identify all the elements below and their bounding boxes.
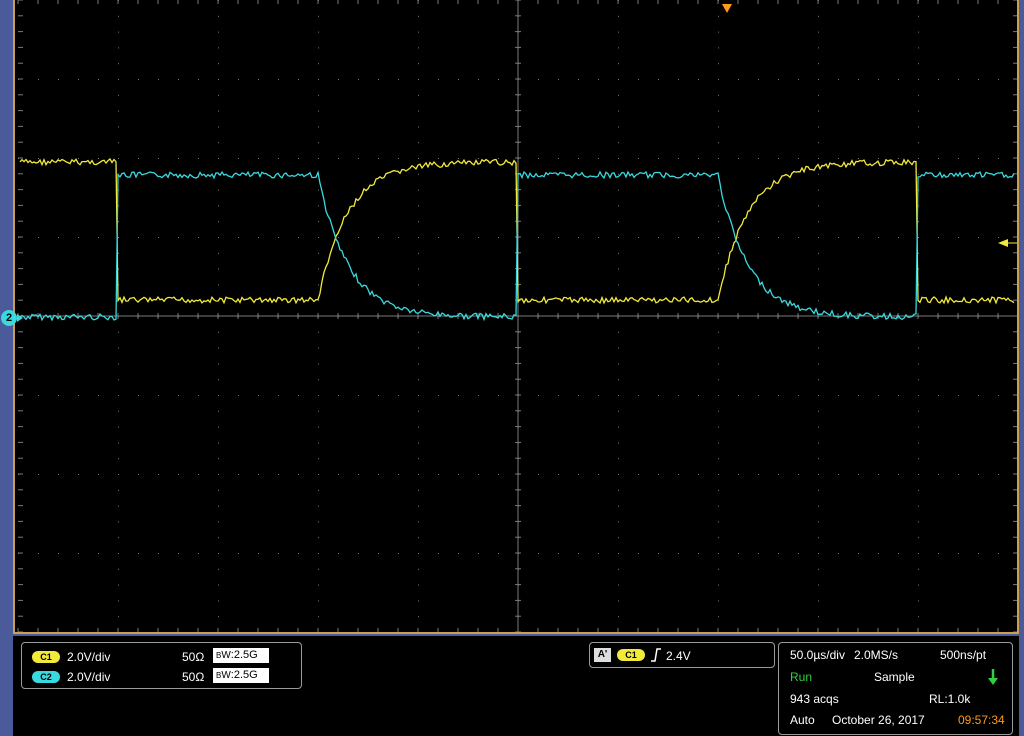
ch2-impedance: 50Ω [182,670,205,684]
record-length: RL:1.0k [929,692,971,706]
rising-edge-icon [651,648,661,662]
trigger-level: 2.4V [666,649,691,663]
channel-settings-panel: C1 2.0V/div 50Ω BW:2.5G C2 2.0V/div 50Ω … [21,642,302,689]
trigger-panel[interactable]: A' C1 2.4V [589,642,775,668]
acquisition-mode: Sample [874,670,915,684]
time: 09:57:34 [958,713,1005,727]
ch2-scale: 2.0V/div [67,670,111,684]
sample-rate: 2.0MS/s [854,648,899,662]
trigger-status-icon [988,669,998,685]
run-state[interactable]: Run [790,670,812,684]
date: October 26, 2017 [832,713,925,727]
timebase: 50.0µs/div [790,648,845,662]
ch2-ground-marker[interactable]: 2 [1,310,17,326]
ch2-marker-label: 2 [5,312,13,324]
waveform-canvas [17,0,1017,632]
ch2-badge[interactable]: C2 [32,671,60,683]
trigger-level-arrow[interactable] [998,239,1008,247]
graticule [17,0,1017,632]
acquisition-count: 943 acqs [790,692,839,706]
resolution: 500ns/pt [940,648,987,662]
trigger-mode: Auto [790,713,815,727]
trigger-position-marker[interactable] [722,4,732,13]
trigger-source-badge: C1 [617,649,645,661]
ch1-bandwidth-limit[interactable]: BW:2.5G [213,648,269,663]
status-bar: C1 2.0V/div 50Ω BW:2.5G C2 2.0V/div 50Ω … [13,636,1019,736]
acquisition-panel: 50.0µs/div 2.0MS/s 500ns/pt Run Sample 9… [778,642,1013,735]
ch1-badge[interactable]: C1 [32,651,60,663]
waveform-display [13,0,1019,634]
ch1-impedance: 50Ω [182,650,205,664]
ch2-bandwidth-limit[interactable]: BW:2.5G [213,668,269,683]
ch1-scale: 2.0V/div [67,650,111,664]
ch2-ground-arrow [17,314,23,322]
trigger-type-badge: A' [594,648,611,662]
